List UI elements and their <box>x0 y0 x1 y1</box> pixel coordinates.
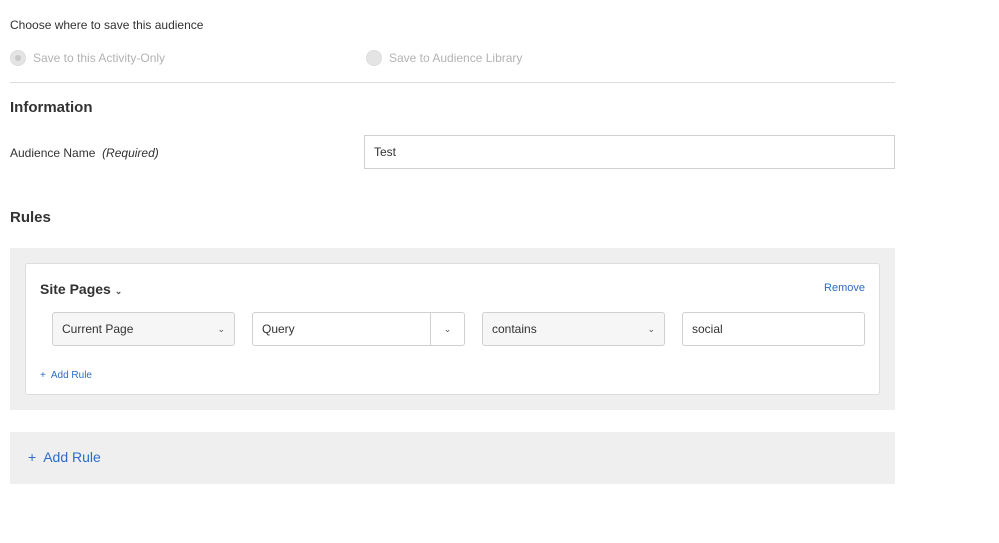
audience-name-label-text: Audience Name <box>10 146 96 160</box>
site-pages-title: Site Pages <box>40 281 111 297</box>
rules-heading: Rules <box>10 209 51 226</box>
site-pages-dropdown[interactable]: Site Pages ⌄ <box>40 281 122 297</box>
radio-activity-only[interactable] <box>10 50 26 66</box>
chevron-down-icon[interactable]: ⌄ <box>430 313 464 345</box>
remove-link[interactable]: Remove <box>824 282 865 294</box>
audience-name-label: Audience Name (Required) <box>10 146 159 160</box>
add-rule-container: + Add Rule <box>10 432 895 484</box>
operator-select[interactable]: contains ⌄ <box>482 312 665 346</box>
plus-icon: + <box>40 370 46 381</box>
plus-icon: + <box>28 449 37 465</box>
query-value: Query <box>262 322 295 336</box>
field-select[interactable]: Current Page ⌄ <box>52 312 235 346</box>
divider <box>10 82 895 83</box>
add-rule-inner-label: Add Rule <box>50 370 92 381</box>
save-prompt: Choose where to save this audience <box>10 18 204 32</box>
add-rule-label: Add Rule <box>43 449 101 465</box>
radio-audience-library-label: Save to Audience Library <box>389 51 523 65</box>
field-select-value: Current Page <box>62 322 134 336</box>
rules-container: Site Pages ⌄ Remove Current Page ⌄ Query ⌄… <box>10 248 895 410</box>
information-heading: Information <box>10 99 93 116</box>
add-rule-button[interactable]: + Add Rule <box>28 449 101 465</box>
add-rule-inner-button[interactable]: + Add Rule <box>40 370 92 381</box>
required-label: (Required) <box>102 146 159 160</box>
value-textarea[interactable]: social <box>682 312 865 346</box>
chevron-down-icon: ⌄ <box>217 323 225 334</box>
chevron-down-icon: ⌄ <box>114 286 123 296</box>
operator-value: contains <box>492 322 537 336</box>
audience-name-input[interactable]: Test <box>364 135 895 169</box>
rule-group-site-pages: Site Pages ⌄ Remove Current Page ⌄ Query ⌄… <box>25 263 880 395</box>
query-combobox[interactable]: Query ⌄ <box>252 312 465 346</box>
radio-activity-only-label: Save to this Activity-Only <box>33 51 166 65</box>
radio-audience-library[interactable] <box>366 50 382 66</box>
chevron-down-icon: ⌄ <box>647 323 655 334</box>
